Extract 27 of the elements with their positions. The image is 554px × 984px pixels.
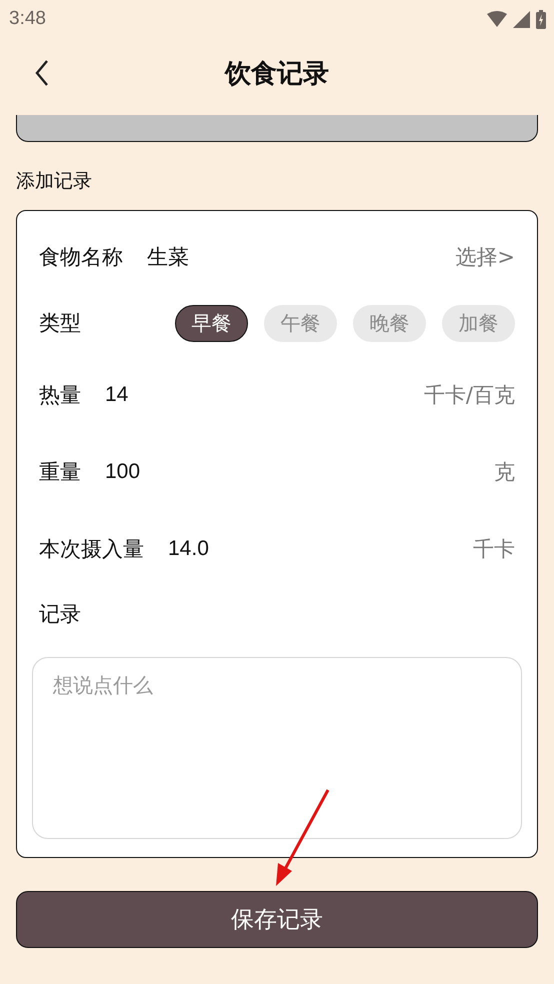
section-label: 添加记录: [16, 169, 93, 194]
field-label: 热量: [39, 382, 81, 408]
field-label: 重量: [39, 458, 81, 486]
unit-label: 千卡/百克: [424, 382, 515, 408]
meal-type-chip[interactable]: 早餐: [175, 304, 248, 342]
note-field[interactable]: 想说点什么: [32, 657, 522, 839]
save-button[interactable]: 保存记录: [16, 891, 538, 948]
field-value: 100: [105, 460, 140, 484]
food-name-value: 生菜: [147, 245, 189, 271]
meal-type-chip[interactable]: 午餐: [264, 304, 337, 342]
field-value: 14: [105, 382, 128, 406]
field-label: 本次摄入量: [39, 536, 144, 562]
field-value: 14.0: [168, 536, 209, 560]
unit-label: 克: [494, 458, 515, 486]
select-link[interactable]: 选择>: [455, 243, 515, 271]
signal-icon: [513, 10, 530, 28]
back-icon[interactable]: [35, 60, 49, 86]
unit-label: 千卡: [473, 536, 515, 562]
meal-type-chip[interactable]: 晚餐: [353, 304, 426, 342]
field-label: 食物名称: [39, 244, 123, 271]
page-title: 饮食记录: [225, 58, 329, 90]
field-label: 类型: [39, 310, 81, 337]
status-time: 3:48: [9, 8, 46, 30]
meal-type-chip[interactable]: 加餐: [442, 304, 515, 342]
field-label: 记录: [39, 601, 82, 628]
wifi-icon: [487, 11, 507, 27]
battery-icon: [536, 10, 546, 28]
